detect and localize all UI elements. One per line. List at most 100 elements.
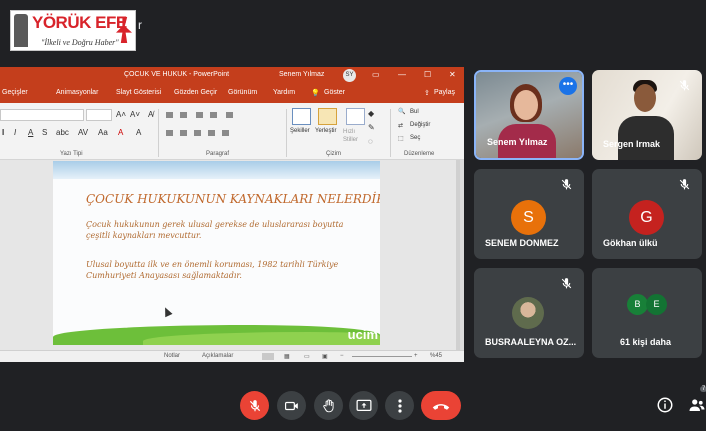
more-participants-tile[interactable]: B E 61 kişi daha	[592, 268, 702, 358]
shrink-font-icon[interactable]: A˅	[130, 110, 140, 119]
tab-animations[interactable]: Animasyonlar	[56, 89, 98, 96]
justify-icon[interactable]	[208, 130, 215, 136]
participant-tile[interactable]: G Gökhan ülkü	[592, 169, 702, 259]
close-icon[interactable]: ✕	[449, 70, 456, 79]
tab-help[interactable]: Yardım	[273, 89, 295, 96]
maximize-icon[interactable]: ☐	[424, 70, 431, 79]
reading-view-icon[interactable]: ▭	[304, 353, 310, 360]
find-button[interactable]: Bul	[410, 109, 419, 115]
notes-button[interactable]: Notlar	[164, 353, 180, 359]
mic-off-icon	[561, 179, 572, 190]
comments-button[interactable]: Açıklamalar	[202, 353, 233, 359]
minimize-icon[interactable]: —	[398, 70, 406, 79]
zoom-slider[interactable]	[352, 356, 412, 357]
more-participants-label: 61 kişi daha	[620, 337, 672, 347]
grow-font-icon[interactable]: A˄	[116, 110, 126, 119]
ribbon-divider	[390, 109, 391, 157]
ribbon-divider	[158, 109, 159, 157]
shape-fill-icon[interactable]: ◆	[368, 109, 374, 118]
shapes-icon[interactable]	[292, 108, 311, 125]
zoom-level[interactable]: %45	[430, 353, 442, 359]
slide-sky-band	[53, 161, 380, 179]
tab-view[interactable]: Görünüm	[228, 89, 257, 96]
bold-icon[interactable]: I	[2, 128, 4, 137]
align-left-icon[interactable]	[166, 130, 173, 136]
slideshow-view-icon[interactable]: ▣	[322, 353, 328, 360]
raise-hand-button[interactable]	[314, 391, 343, 420]
select-icon: ⬚	[398, 136, 404, 142]
present-now-button[interactable]	[349, 391, 378, 420]
leave-call-button[interactable]	[421, 391, 461, 420]
group-paragraph-label: Paragraf	[206, 151, 230, 157]
align-center-icon[interactable]	[180, 130, 187, 136]
present-icon	[356, 399, 371, 411]
video-face	[514, 90, 538, 120]
people-icon[interactable]	[688, 396, 706, 414]
decrease-indent-icon[interactable]	[196, 112, 203, 118]
shape-outline-icon[interactable]: ✎	[368, 123, 375, 132]
slide-paragraph-1: Çocuk hukukunun gerek ulusal gerekse de …	[86, 220, 344, 240]
participant-tile[interactable]: S SENEM DONMEZ	[474, 169, 584, 259]
shadow-icon[interactable]: S	[42, 128, 47, 137]
meeting-name: r	[138, 18, 142, 32]
clear-format-icon[interactable]: A̸	[148, 110, 153, 119]
font-name-box[interactable]	[0, 109, 84, 121]
sorter-view-icon[interactable]: ▦	[284, 353, 290, 360]
participant-name: SENEM DONMEZ	[485, 238, 559, 248]
more-options-icon[interactable]: •••	[559, 77, 577, 95]
tab-slideshow[interactable]: Slayt Gösterisi	[116, 89, 161, 96]
group-drawing-label: Çizim	[326, 151, 341, 157]
change-case-icon[interactable]: Aa	[98, 128, 108, 137]
avatar: G	[629, 200, 664, 235]
zoom-in-icon[interactable]: +	[414, 353, 418, 359]
slide-logo: ucim	[347, 327, 378, 342]
underline-icon[interactable]: A	[28, 128, 33, 137]
align-right-icon[interactable]	[194, 130, 201, 136]
quick-styles-icon[interactable]	[346, 108, 365, 125]
bullets-icon[interactable]	[166, 112, 173, 118]
participant-name: Senem Yılmaz	[487, 137, 548, 147]
replace-button[interactable]: Değiştir	[410, 122, 430, 128]
highlight-icon[interactable]: A	[136, 128, 141, 137]
columns-icon[interactable]	[222, 130, 229, 136]
hand-icon	[322, 398, 334, 412]
ppt-ribbon-tabs: Geçişler Animasyonlar Slayt Gösterisi Gö…	[0, 84, 464, 103]
normal-view-icon[interactable]	[262, 353, 274, 360]
ribbon-display-icon[interactable]: ▭	[372, 70, 380, 79]
slide-editing-area: ÇOCUK HUKUKUNUN KAYNAKLARI NELERDİR Çocu…	[0, 160, 464, 351]
ribbon-divider	[286, 109, 287, 157]
tab-tell-me[interactable]: Göster	[324, 89, 345, 96]
slide-scrollbar[interactable]	[460, 160, 464, 351]
numbering-icon[interactable]	[180, 112, 187, 118]
tab-share[interactable]: Paylaş	[434, 89, 455, 96]
select-button[interactable]: Seç	[410, 135, 420, 141]
video-body	[618, 116, 674, 160]
increase-indent-icon[interactable]	[210, 112, 217, 118]
tab-review[interactable]: Gözden Geçir	[174, 89, 217, 96]
participant-tile[interactable]: BUSRAALEYNA OZ...	[474, 268, 584, 358]
current-slide[interactable]: ÇOCUK HUKUKUNUN KAYNAKLARI NELERDİR Çocu…	[53, 161, 380, 345]
mic-off-icon	[679, 80, 690, 91]
italic-icon[interactable]: I	[14, 128, 16, 137]
participant-tile[interactable]: Sergen Irmak	[592, 70, 702, 160]
arrange-icon[interactable]	[318, 108, 337, 125]
font-color-icon[interactable]: A	[118, 128, 123, 137]
ppt-title-bar: ÇOCUK VE HUKUK - PowerPoint Senem Yılmaz…	[0, 67, 464, 84]
info-icon[interactable]	[656, 396, 674, 414]
mouse-cursor-icon	[161, 305, 173, 318]
shape-effects-icon[interactable]: ◌	[368, 137, 373, 146]
camera-icon	[284, 401, 298, 410]
camera-button[interactable]	[277, 391, 306, 420]
tab-transitions[interactable]: Geçişler	[2, 89, 28, 96]
participant-tile[interactable]: ••• Senem Yılmaz	[474, 70, 584, 160]
char-spacing-icon[interactable]: AV	[78, 128, 88, 137]
participant-name: Gökhan ülkü	[603, 238, 658, 248]
font-size-box[interactable]	[86, 109, 112, 121]
share-icon[interactable]: ⇪	[424, 89, 430, 97]
more-vert-icon	[397, 398, 402, 413]
strikethrough-icon[interactable]: abc	[56, 128, 69, 137]
microphone-off-button[interactable]	[240, 391, 269, 420]
line-spacing-icon[interactable]	[226, 112, 233, 118]
more-options-button[interactable]	[385, 391, 414, 420]
zoom-out-icon[interactable]: −	[340, 353, 344, 359]
